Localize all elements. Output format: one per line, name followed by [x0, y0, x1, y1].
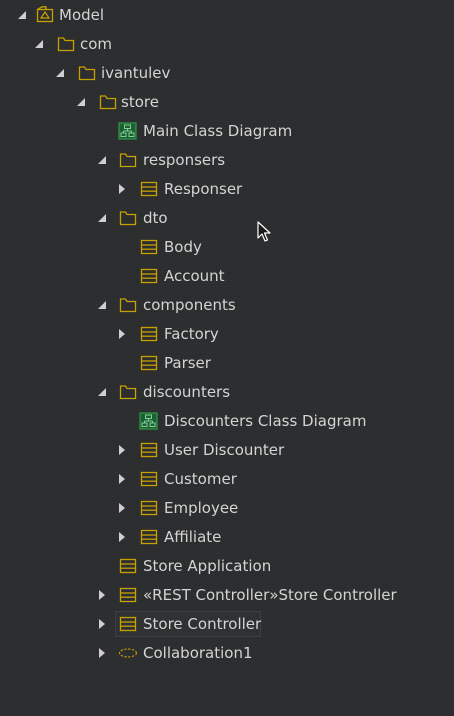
- tree-item-label: Employee: [164, 499, 239, 517]
- tree-item-label: Model: [59, 6, 105, 24]
- tree-item-label: Body: [164, 238, 202, 256]
- tree-item-employee[interactable]: Employee: [0, 494, 454, 523]
- tree-item-com[interactable]: com: [0, 30, 454, 59]
- collapse-arrow-icon[interactable]: [33, 30, 47, 59]
- class-icon: [140, 267, 159, 285]
- tree-item-label: Store Controller: [143, 615, 262, 633]
- class-icon: [119, 615, 138, 633]
- tree-item-main-class-diagram[interactable]: Main Class Diagram: [0, 117, 454, 146]
- folder-icon: [57, 35, 76, 53]
- model-package-icon: [36, 6, 55, 24]
- tree-item-rest-store-controller[interactable]: «REST Controller»Store Controller: [0, 581, 454, 610]
- class-icon: [140, 354, 159, 372]
- expand-arrow-icon[interactable]: [116, 320, 130, 349]
- tree-item-user-discounter[interactable]: User Discounter: [0, 436, 454, 465]
- class-icon: [140, 441, 159, 459]
- collapse-arrow-icon[interactable]: [96, 204, 110, 233]
- class-icon: [140, 180, 159, 198]
- class-icon: [140, 528, 159, 546]
- collapse-arrow-icon[interactable]: [96, 146, 110, 175]
- tree-item-label: com: [80, 35, 113, 53]
- folder-icon: [119, 209, 138, 227]
- tree-item-label: Main Class Diagram: [143, 122, 293, 140]
- tree-item-store-application[interactable]: Store Application: [0, 552, 454, 581]
- tree-item-store[interactable]: store: [0, 88, 454, 117]
- tree-item-customer[interactable]: Customer: [0, 465, 454, 494]
- class-diagram-icon: [118, 122, 137, 140]
- collapse-arrow-icon[interactable]: [16, 1, 30, 30]
- class-icon: [119, 557, 138, 575]
- expand-arrow-icon[interactable]: [96, 610, 110, 639]
- tree-item-model[interactable]: Model: [0, 1, 454, 30]
- collapse-arrow-icon[interactable]: [54, 59, 68, 88]
- tree-item-label: dto: [143, 209, 168, 227]
- tree-item-label: Responser: [164, 180, 243, 198]
- folder-icon: [119, 151, 138, 169]
- tree-item-components[interactable]: components: [0, 291, 454, 320]
- tree-item-responser[interactable]: Responser: [0, 175, 454, 204]
- collapse-arrow-icon[interactable]: [96, 291, 110, 320]
- collapse-arrow-icon[interactable]: [75, 88, 89, 117]
- tree-item-label: ivantulev: [101, 64, 171, 82]
- tree-item-body[interactable]: Body: [0, 233, 454, 262]
- collaboration-icon: [118, 644, 138, 662]
- class-diagram-icon: [139, 412, 158, 430]
- class-icon: [140, 325, 159, 343]
- tree-item-store-controller[interactable]: Store Controller: [0, 610, 454, 639]
- tree-item-discounters-class-diagram[interactable]: Discounters Class Diagram: [0, 407, 454, 436]
- expand-arrow-icon[interactable]: [96, 581, 110, 610]
- tree-item-affiliate[interactable]: Affiliate: [0, 523, 454, 552]
- class-icon: [119, 586, 138, 604]
- folder-icon: [99, 93, 118, 111]
- expand-arrow-icon[interactable]: [116, 175, 130, 204]
- tree-item-label: User Discounter: [164, 441, 285, 459]
- tree-item-label: Store Application: [143, 557, 272, 575]
- tree-item-responsers[interactable]: responsers: [0, 146, 454, 175]
- folder-icon: [119, 296, 138, 314]
- tree-item-collaboration1[interactable]: Collaboration1: [0, 639, 454, 668]
- folder-icon: [78, 64, 97, 82]
- class-icon: [140, 499, 159, 517]
- expand-arrow-icon[interactable]: [116, 494, 130, 523]
- tree-item-factory[interactable]: Factory: [0, 320, 454, 349]
- expand-arrow-icon[interactable]: [116, 465, 130, 494]
- model-tree: Model com ivantulev store Main Class Dia…: [0, 0, 454, 716]
- collapse-arrow-icon[interactable]: [96, 378, 110, 407]
- expand-arrow-icon[interactable]: [116, 436, 130, 465]
- tree-item-discounters[interactable]: discounters: [0, 378, 454, 407]
- tree-item-label: Customer: [164, 470, 237, 488]
- tree-item-label: store: [121, 93, 159, 111]
- tree-item-account[interactable]: Account: [0, 262, 454, 291]
- tree-item-label: discounters: [143, 383, 231, 401]
- class-icon: [140, 238, 159, 256]
- tree-item-label: Account: [164, 267, 225, 285]
- folder-icon: [119, 383, 138, 401]
- tree-item-label: Affiliate: [164, 528, 222, 546]
- tree-item-dto[interactable]: dto: [0, 204, 454, 233]
- tree-item-ivantulev[interactable]: ivantulev: [0, 59, 454, 88]
- tree-item-label: components: [143, 296, 236, 314]
- mouse-cursor-icon: [257, 221, 271, 243]
- tree-item-label: «REST Controller»Store Controller: [143, 586, 397, 604]
- tree-item-label: Collaboration1: [143, 644, 253, 662]
- tree-item-label: Parser: [164, 354, 211, 372]
- tree-item-label: responsers: [143, 151, 226, 169]
- expand-arrow-icon[interactable]: [96, 639, 110, 668]
- tree-item-label: Discounters Class Diagram: [164, 412, 367, 430]
- class-icon: [140, 470, 159, 488]
- tree-item-label: Factory: [164, 325, 219, 343]
- tree-item-parser[interactable]: Parser: [0, 349, 454, 378]
- expand-arrow-icon[interactable]: [116, 523, 130, 552]
